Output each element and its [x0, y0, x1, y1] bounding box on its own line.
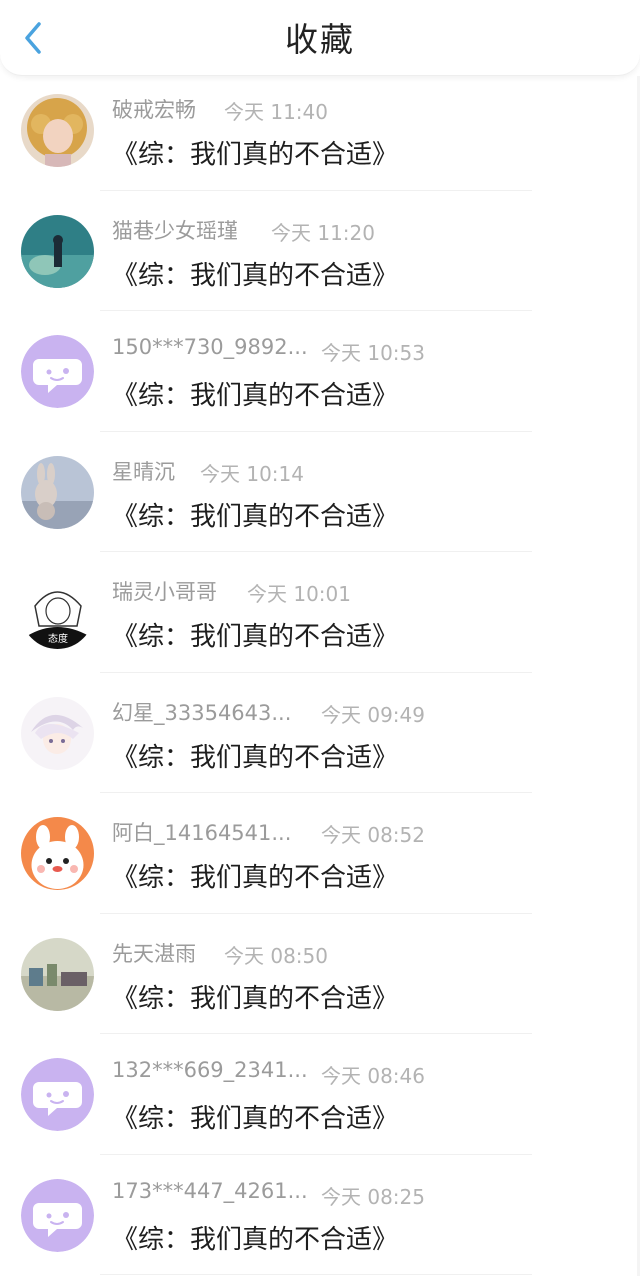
user-name: 幻星_33354643... — [112, 700, 292, 725]
avatar[interactable] — [21, 817, 94, 890]
favorites-list: 破戒宏畅 今天 11:40 《综：我们真的不合适》 猫巷少女瑶瑾 今天 11:2… — [0, 70, 640, 1275]
avatar[interactable] — [21, 335, 94, 408]
favorite-title: 《综：我们真的不合适》 — [112, 140, 399, 170]
timestamp: 今天 08:46 — [321, 1064, 425, 1088]
user-name: 瑞灵小哥哥 — [112, 580, 217, 604]
timestamp: 今天 10:01 — [247, 582, 351, 606]
list-item[interactable]: 150***730_9892... 今天 10:53 《综：我们真的不合适》 — [0, 311, 640, 432]
favorite-title: 《综：我们真的不合适》 — [112, 1104, 399, 1134]
avatar[interactable] — [21, 1058, 94, 1131]
list-item[interactable]: 173***447_4261... 今天 08:25 《综：我们真的不合适》 — [0, 1155, 640, 1275]
timestamp: 今天 10:53 — [321, 341, 425, 365]
user-name: 先天湛雨 — [112, 941, 196, 966]
list-item[interactable]: 星晴沉 今天 10:14 《综：我们真的不合适》 — [0, 432, 640, 552]
avatar[interactable] — [21, 455, 94, 529]
list-item[interactable]: 猫巷少女瑶瑾 今天 11:20 《综：我们真的不合适》 — [0, 191, 640, 311]
list-item[interactable]: 132***669_2341... 今天 08:46 《综：我们真的不合适》 — [0, 1034, 640, 1155]
timestamp: 今天 11:40 — [224, 100, 328, 124]
avatar[interactable] — [21, 214, 94, 288]
user-name: 阿白_14164541... — [112, 821, 292, 845]
favorite-title: 《综：我们真的不合适》 — [112, 501, 399, 532]
list-item[interactable]: 态度 瑞灵小哥哥 今天 10:01 《综：我们真的不合适》 — [0, 552, 640, 673]
user-name: 132***669_2341... — [112, 1058, 308, 1082]
favorite-title: 《综：我们真的不合适》 — [112, 863, 399, 893]
svg-text:态度: 态度 — [48, 632, 68, 645]
top-bar: 收藏 — [0, 0, 640, 76]
timestamp: 今天 11:20 — [271, 220, 375, 245]
list-item[interactable]: 先天湛雨 今天 08:50 《综：我们真的不合适》 — [0, 914, 640, 1034]
favorite-title: 《综：我们真的不合适》 — [112, 381, 399, 411]
favorite-title: 《综：我们真的不合适》 — [112, 983, 399, 1014]
timestamp: 今天 09:49 — [321, 702, 425, 727]
list-item[interactable]: 破戒宏畅 今天 11:40 《综：我们真的不合适》 — [0, 70, 640, 191]
favorite-title: 《综：我们真的不合适》 — [112, 260, 399, 291]
avatar[interactable] — [21, 94, 94, 167]
user-name: 173***447_4261... — [112, 1178, 308, 1203]
page-title: 收藏 — [285, 20, 355, 59]
timestamp: 今天 10:14 — [200, 461, 304, 486]
favorite-title: 《综：我们真的不合适》 — [112, 742, 399, 773]
user-name: 150***730_9892... — [112, 335, 308, 359]
list-item[interactable]: 阿白_14164541... 今天 08:52 《综：我们真的不合适》 — [0, 793, 640, 914]
avatar[interactable] — [21, 696, 94, 770]
user-name: 猫巷少女瑶瑾 — [112, 218, 238, 243]
avatar[interactable]: 态度 — [21, 576, 94, 649]
list-item[interactable]: 幻星_33354643... 今天 09:49 《综：我们真的不合适》 — [0, 673, 640, 793]
timestamp: 今天 08:50 — [224, 943, 328, 968]
avatar[interactable] — [21, 1178, 94, 1252]
favorite-title: 《综：我们真的不合适》 — [112, 622, 399, 652]
avatar[interactable] — [21, 937, 94, 1011]
timestamp: 今天 08:25 — [321, 1184, 425, 1209]
favorite-title: 《综：我们真的不合适》 — [112, 1224, 399, 1255]
user-name: 星晴沉 — [112, 459, 175, 484]
timestamp: 今天 08:52 — [321, 823, 425, 847]
divider — [100, 1274, 532, 1275]
user-name: 破戒宏畅 — [112, 98, 196, 122]
